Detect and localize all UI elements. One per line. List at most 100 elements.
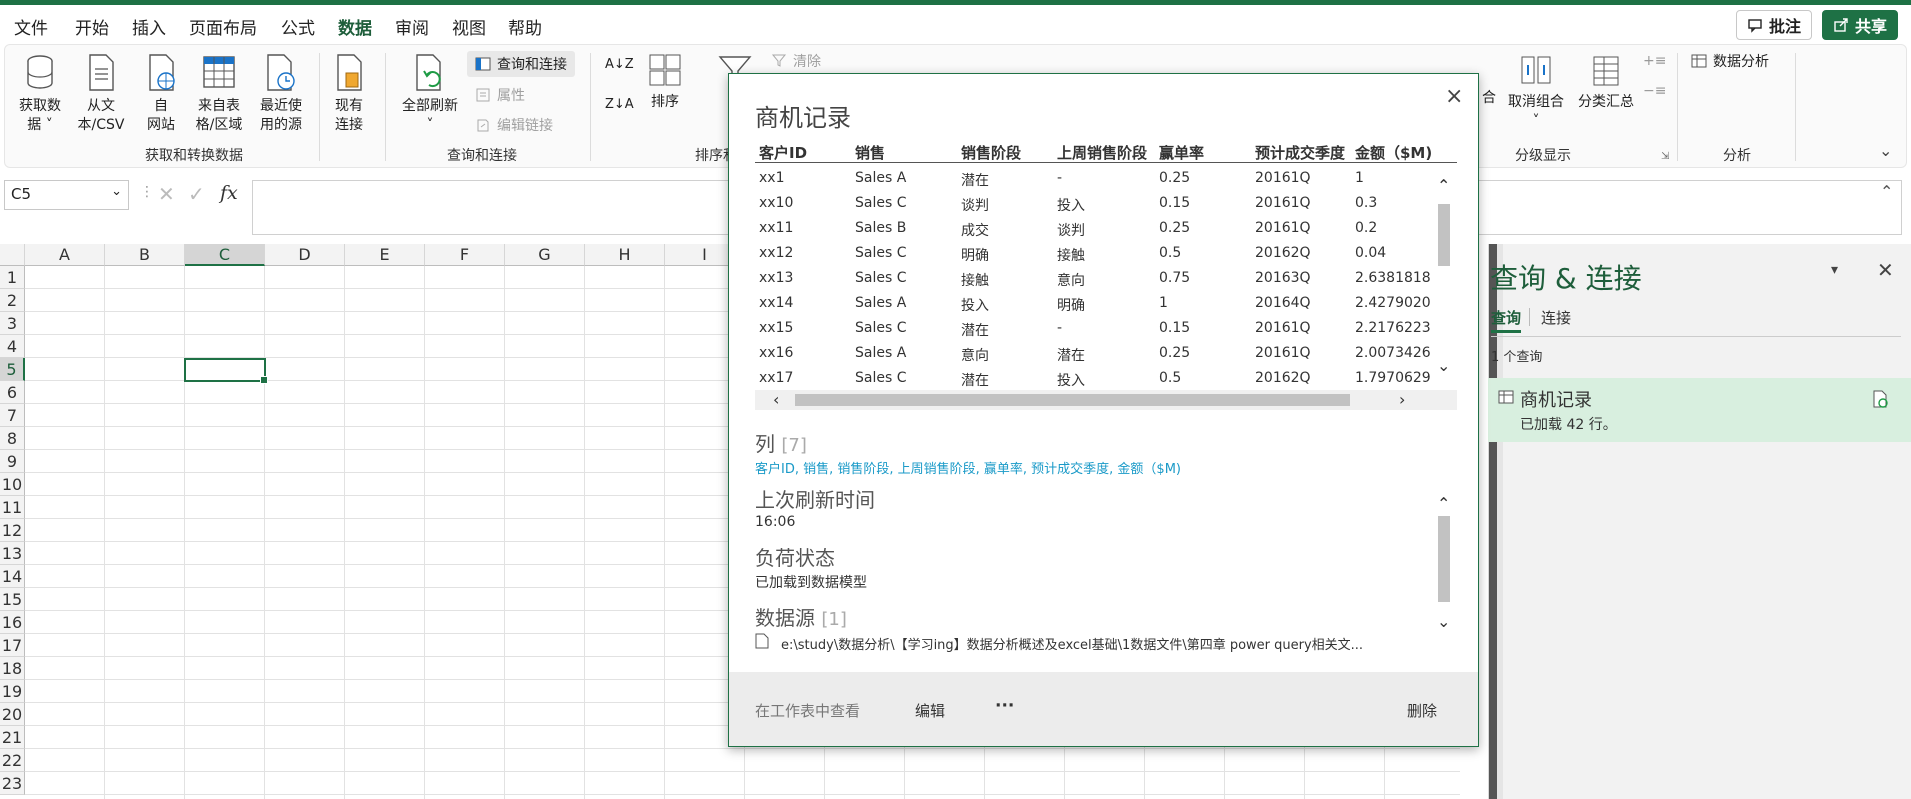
row-header-22[interactable]: 22 [0, 749, 25, 772]
row-header-11[interactable]: 11 [0, 496, 25, 519]
details-vscroll-thumb[interactable] [1438, 516, 1450, 602]
column-header-f[interactable]: F [425, 244, 505, 266]
name-box[interactable]: C5 ⌄ [4, 180, 129, 210]
refresh-all-label: 全部刷新 [402, 98, 458, 114]
row-header-16[interactable]: 16 [0, 611, 25, 634]
row-header-2[interactable]: 2 [0, 289, 25, 312]
scroll-up-icon[interactable]: ⌃ [1437, 494, 1450, 513]
pane-tab-queries[interactable]: 查询 [1491, 307, 1522, 333]
cell-quarter: 20161Q [1255, 345, 1311, 361]
row-header-19[interactable]: 19 [0, 680, 25, 703]
edit-button[interactable]: 编辑 [915, 700, 945, 721]
scroll-up-icon[interactable]: ⌃ [1437, 176, 1450, 195]
row-header-12[interactable]: 12 [0, 519, 25, 542]
scroll-left-icon[interactable]: ‹ [773, 390, 779, 409]
insert-function-icon[interactable]: fx [220, 182, 238, 204]
tab-view[interactable]: 视图 [452, 14, 486, 39]
from-csv-button[interactable]: 从文 本/CSV [73, 53, 129, 135]
properties-button[interactable]: 属性 [475, 85, 525, 105]
row-header-1[interactable]: 1 [0, 266, 25, 289]
refresh-all-button[interactable]: 全部刷新 ˅ [397, 53, 463, 135]
row-header-6[interactable]: 6 [0, 381, 25, 404]
column-header-d[interactable]: D [265, 244, 345, 266]
row-header-8[interactable]: 8 [0, 427, 25, 450]
from-table-button[interactable]: 来自表 格/区域 [191, 53, 247, 135]
column-header-h[interactable]: H [585, 244, 665, 266]
subtotal-button[interactable]: 分类汇总 [1573, 53, 1639, 112]
show-detail-button[interactable]: +≡ [1643, 53, 1666, 69]
last-refresh-value: 16:06 [755, 514, 796, 530]
column-header-b[interactable]: B [105, 244, 185, 266]
column-header-e[interactable]: E [345, 244, 425, 266]
refresh-query-icon[interactable] [1872, 390, 1888, 408]
tab-review[interactable]: 审阅 [395, 14, 429, 39]
share-button[interactable]: 共享 [1822, 10, 1899, 40]
from-web-button[interactable]: 自网站 [139, 53, 183, 135]
tab-data[interactable]: 数据 [338, 14, 372, 47]
sort-za-button[interactable]: Z↓A [605, 97, 634, 112]
more-options-button[interactable]: ··· [995, 696, 1014, 716]
row-header-21[interactable]: 21 [0, 726, 25, 749]
tab-help[interactable]: 帮助 [508, 14, 542, 39]
select-all-corner[interactable] [0, 244, 25, 266]
tab-file[interactable]: 文件 [14, 14, 48, 39]
collapse-ribbon-button[interactable]: ⌄ [1879, 141, 1892, 160]
get-data-button[interactable]: 获取数据 ˅ [15, 53, 65, 135]
tab-formulas[interactable]: 公式 [281, 14, 315, 39]
row-header-20[interactable]: 20 [0, 703, 25, 726]
chevron-up-icon[interactable]: ⌃ [1880, 182, 1893, 201]
selected-cell[interactable] [184, 358, 268, 384]
row-header-17[interactable]: 17 [0, 634, 25, 657]
clear-filter-button[interactable]: 清除 [771, 51, 821, 71]
tab-home[interactable]: 开始 [75, 14, 109, 39]
recent-sources-button[interactable]: 最近使 用的源 [253, 53, 309, 135]
row-header-18[interactable]: 18 [0, 657, 25, 680]
pane-close-icon[interactable]: ✕ [1877, 258, 1894, 282]
column-header-c[interactable]: C [185, 244, 265, 266]
cancel-icon[interactable]: ✕ [158, 182, 175, 206]
hide-detail-button[interactable]: −≡ [1643, 83, 1666, 99]
data-analysis-button[interactable]: 数据分析 [1691, 51, 1769, 71]
scroll-down-icon[interactable]: ⌄ [1437, 356, 1450, 375]
enter-icon[interactable]: ✓ [188, 182, 205, 206]
sort-button[interactable]: 排序 [645, 53, 685, 112]
scroll-down-icon[interactable]: ⌄ [1437, 612, 1450, 631]
columns-list[interactable]: 客户ID, 销售, 销售阶段, 上周销售阶段, 赢单率, 预计成交季度, 金额（… [755, 458, 1181, 477]
cell-quarter: 20161Q [1255, 220, 1311, 236]
query-item[interactable]: 商机记录 已加载 42 行。 [1488, 378, 1911, 442]
scroll-right-icon[interactable]: › [1399, 390, 1405, 409]
row-header-13[interactable]: 13 [0, 542, 25, 565]
row-header-9[interactable]: 9 [0, 450, 25, 473]
row-header-15[interactable]: 15 [0, 588, 25, 611]
vscroll-thumb[interactable] [1438, 204, 1450, 266]
table-vscrollbar[interactable]: ⌃ ⌄ [1435, 174, 1453, 389]
view-in-sheet-button[interactable]: 在工作表中查看 [755, 700, 860, 721]
ungroup-button[interactable]: 取消组合 ˅ [1503, 53, 1569, 131]
table-hscrollbar[interactable]: ‹ › [755, 390, 1457, 410]
row-header-14[interactable]: 14 [0, 565, 25, 588]
pane-options-icon[interactable]: ▾ [1831, 262, 1838, 278]
column-header-a[interactable]: A [25, 244, 105, 266]
comments-button[interactable]: 批注 [1736, 10, 1813, 40]
row-header-5[interactable]: 5 [0, 358, 25, 381]
queries-connections-button[interactable]: 查询和连接 [467, 51, 575, 77]
edit-links-button[interactable]: 编辑链接 [475, 115, 553, 135]
delete-button[interactable]: 删除 [1407, 700, 1437, 721]
row-header-23[interactable]: 23 [0, 772, 25, 795]
column-header-g[interactable]: G [505, 244, 585, 266]
recent-sources-label-1: 最近使 [260, 98, 302, 114]
details-vscrollbar[interactable]: ⌃ ⌄ [1435, 494, 1453, 654]
existing-connections-button[interactable]: 现有 连接 [327, 53, 371, 135]
group-button[interactable]: 合 [1479, 89, 1499, 108]
pane-tab-connections[interactable]: 连接 [1541, 307, 1571, 328]
row-header-4[interactable]: 4 [0, 335, 25, 358]
hscroll-thumb[interactable] [795, 394, 1350, 406]
grid-line [25, 748, 1460, 749]
tab-insert[interactable]: 插入 [132, 14, 166, 39]
row-header-10[interactable]: 10 [0, 473, 25, 496]
outline-dialog-launcher[interactable]: ⇲ [1661, 151, 1669, 162]
row-header-7[interactable]: 7 [0, 404, 25, 427]
tab-page-layout[interactable]: 页面布局 [189, 14, 257, 39]
row-header-3[interactable]: 3 [0, 312, 25, 335]
sort-az-button[interactable]: A↓Z [605, 57, 634, 72]
